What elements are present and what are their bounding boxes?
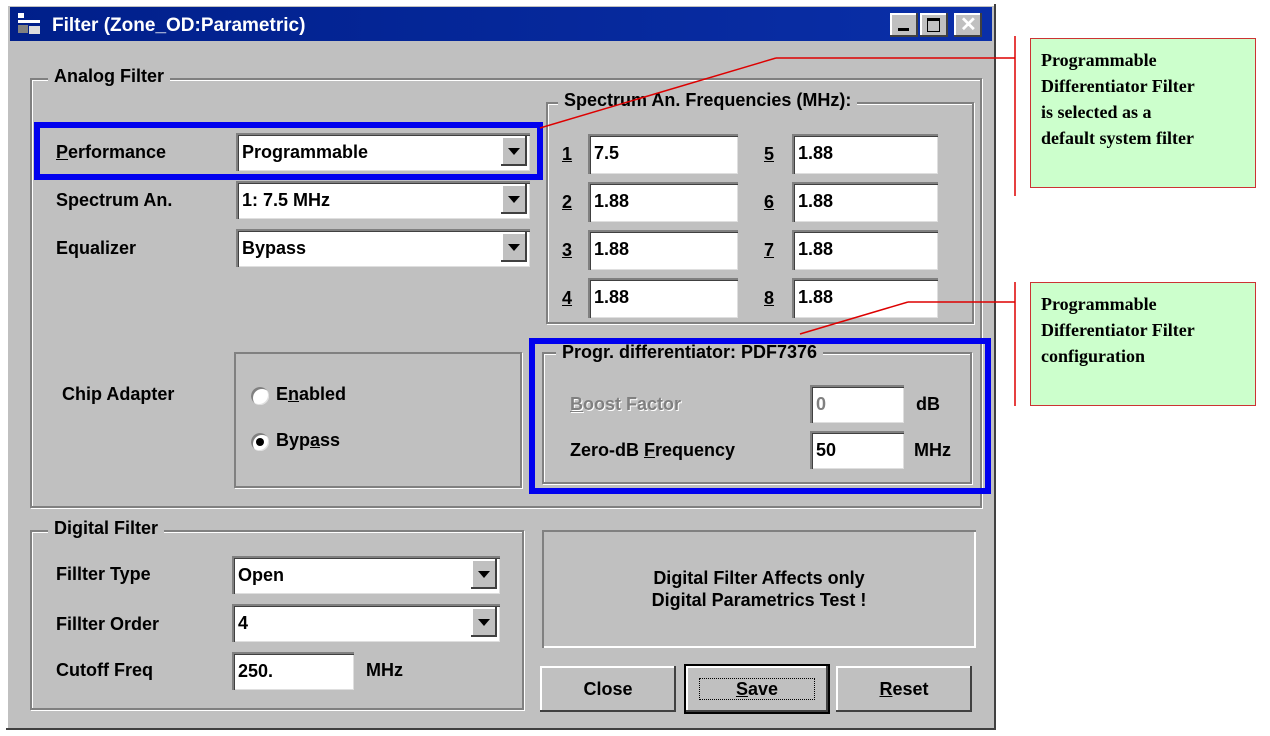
annotation-line: Differentiator Filter	[1041, 320, 1195, 340]
annotation-default-filter: Programmable Differentiator Filter is se…	[1030, 38, 1256, 188]
annotation-configuration: Programmable Differentiator Filter confi…	[1030, 282, 1256, 406]
annotation-line: is selected as a	[1041, 102, 1152, 122]
annotation-line: configuration	[1041, 346, 1146, 366]
annotation-line: Programmable	[1041, 50, 1157, 70]
annotation-line: Differentiator Filter	[1041, 76, 1195, 96]
annotation-line: default system filter	[1041, 128, 1194, 148]
annotation-line: Programmable	[1041, 294, 1157, 314]
